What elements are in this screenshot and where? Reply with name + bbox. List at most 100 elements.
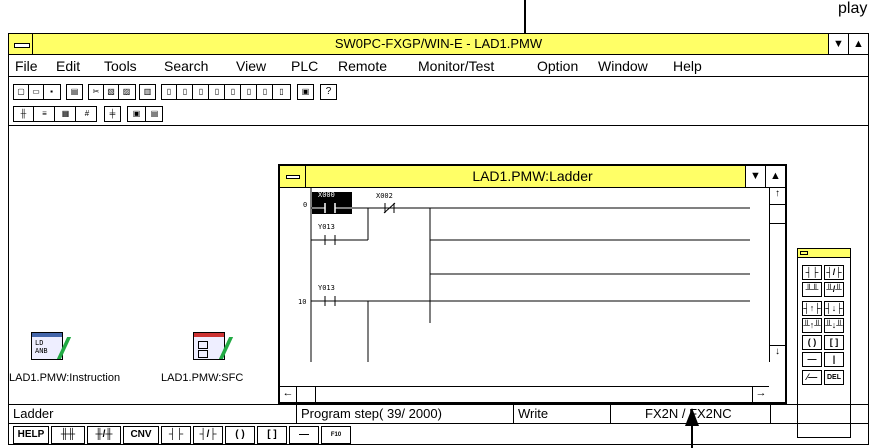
menu-monitor-test[interactable]: Monitor/Test	[418, 58, 494, 74]
step-number: 0	[303, 201, 308, 209]
ladder-maximize-button[interactable]: ▲	[765, 166, 785, 187]
fkey-f7-button[interactable]: ( )	[225, 426, 255, 444]
toolbar-divider	[9, 125, 868, 126]
vertical-line-icon[interactable]: |	[824, 352, 844, 367]
open-file-icon[interactable]: ▭	[29, 85, 44, 99]
ladder-diagram[interactable]	[280, 188, 750, 362]
maximize-button[interactable]: ▲	[848, 34, 868, 54]
scroll-down-icon[interactable]: ↓	[770, 345, 785, 362]
scroll-thumb[interactable]	[770, 205, 785, 224]
delete-icon[interactable]: DEL	[824, 370, 844, 385]
view-8-icon[interactable]: ▯	[274, 85, 289, 99]
cut-icon[interactable]: ✂	[89, 85, 104, 99]
counter-mode-icon[interactable]: #	[77, 107, 97, 121]
view-7-icon[interactable]: ▯	[258, 85, 273, 99]
toolbar-help-group: ?	[320, 84, 337, 100]
fkey-f8-button[interactable]: [ ]	[257, 426, 287, 444]
invert-icon[interactable]: ⁄—	[802, 370, 822, 385]
fkey-help-button[interactable]: HELP	[13, 426, 49, 444]
sfc-icon[interactable]	[193, 332, 234, 360]
up-arrow-icon: ▲	[770, 170, 781, 182]
menu-file[interactable]: File	[15, 58, 38, 74]
list-mode-icon[interactable]: ≡	[35, 107, 55, 121]
copy-icon[interactable]: ▧	[104, 85, 119, 99]
palette-titlebar[interactable]	[798, 249, 850, 258]
pulse-rise-icon[interactable]: ┤↑├	[802, 301, 822, 316]
fkey-f9-button[interactable]: —	[289, 426, 319, 444]
menu-plc[interactable]: PLC	[291, 58, 318, 74]
print-preview-icon[interactable]: ▥	[140, 85, 155, 99]
new-file-icon[interactable]: ▢	[14, 85, 29, 99]
menu-remote[interactable]: Remote	[338, 58, 387, 74]
contact-label: X002	[376, 192, 393, 200]
view-4-icon[interactable]: ▯	[210, 85, 225, 99]
status-divider	[296, 405, 297, 423]
save-icon[interactable]: ▪	[44, 85, 59, 99]
print-icon[interactable]: ▤	[67, 85, 82, 99]
instruction-icon-label[interactable]: LAD1.PMW:Instruction	[9, 372, 120, 384]
status-divider	[610, 405, 611, 423]
scroll-up-icon[interactable]: ↑	[770, 188, 785, 205]
fkey-f5-button[interactable]: ┤├	[161, 426, 191, 444]
menu-edit[interactable]: Edit	[56, 58, 80, 74]
paste-icon[interactable]: ▨	[119, 85, 134, 99]
menu-help[interactable]: Help	[673, 58, 702, 74]
ladder-title: LAD1.PMW:Ladder	[472, 168, 593, 184]
toolbar-mode-group: ╫ ≡ ▦ #	[13, 106, 97, 122]
fkey-cnv-button[interactable]: CNV	[123, 426, 159, 444]
parallel-nc-icon: ┤/├	[199, 429, 217, 440]
parallel-pulse-fall-icon[interactable]: ╨↓╨	[824, 318, 844, 333]
horizontal-line-icon: —	[299, 429, 309, 440]
sfc-icon-label[interactable]: LAD1.PMW:SFC	[161, 372, 243, 384]
menu-search[interactable]: Search	[164, 58, 208, 74]
ladder-titlebar[interactable]: LAD1.PMW:Ladder ▼ ▲	[280, 166, 785, 188]
parallel-pulse-rise-icon[interactable]: ╨↑╨	[802, 318, 822, 333]
view-2-icon[interactable]: ▯	[178, 85, 193, 99]
pulse-fall-icon[interactable]: ┤↓├	[824, 301, 844, 316]
menu-window[interactable]: Window	[598, 58, 648, 74]
view-1-icon[interactable]: ▯	[162, 85, 177, 99]
contact-mode-icon[interactable]: ╪	[105, 107, 120, 121]
fkey-f6-button[interactable]: ┤/├	[193, 426, 223, 444]
ladder-minimize-button[interactable]: ▼	[745, 166, 765, 187]
main-titlebar[interactable]: SW0PC-FXGP/WIN-E - LAD1.PMW ▼ ▲	[9, 34, 868, 55]
ladder-vertical-scrollbar[interactable]: ↑ ↓	[769, 188, 785, 362]
view-5-icon[interactable]: ▯	[226, 85, 241, 99]
contact-nc-icon[interactable]: ┤/├	[824, 265, 844, 280]
status-program-step: Program step( 39/ 2000)	[301, 406, 442, 421]
fkey-f10-button[interactable]: F10	[321, 426, 351, 444]
menu-tools[interactable]: Tools	[104, 58, 137, 74]
parallel-no-icon[interactable]: ╨╨	[802, 282, 822, 297]
fkey-f3-button[interactable]: ╫/╫	[87, 426, 121, 444]
parallel-no-icon: ┤├	[168, 429, 184, 440]
ladder-horizontal-scrollbar[interactable]: ← →	[280, 386, 769, 402]
horizontal-line-icon[interactable]: —	[802, 352, 822, 367]
main-window: SW0PC-FXGP/WIN-E - LAD1.PMW ▼ ▲ File Edi…	[8, 33, 869, 445]
monitor-icon[interactable]: ▤	[146, 107, 163, 121]
function-icon[interactable]: [ ]	[824, 335, 844, 350]
down-arrow-icon: ▼	[833, 38, 844, 50]
scroll-right-icon[interactable]: →	[752, 387, 769, 402]
instruction-icon[interactable]: LD ANB	[31, 332, 72, 360]
contact-label: Y013	[318, 223, 335, 231]
contact-no-icon[interactable]: ┤├	[802, 265, 822, 280]
scroll-left-icon[interactable]: ←	[280, 387, 297, 402]
toolbar-window-group: ▣	[297, 84, 314, 100]
coil-icon: ( )	[235, 429, 245, 440]
ladder-mode-icon[interactable]: ╫	[14, 107, 34, 121]
minimize-button[interactable]: ▼	[828, 34, 848, 54]
menu-bar: File Edit Tools Search View PLC Remote M…	[9, 56, 868, 77]
toolbar-print2-group: ▥	[139, 84, 156, 100]
help-icon[interactable]: ?	[321, 85, 336, 99]
menu-option[interactable]: Option	[537, 58, 578, 74]
view-3-icon[interactable]: ▯	[194, 85, 209, 99]
fkey-f2-button[interactable]: ╫╫	[51, 426, 85, 444]
comment-icon[interactable]: ▣	[128, 107, 146, 121]
parallel-nc-icon[interactable]: ╨/╨	[824, 282, 844, 297]
coil-icon[interactable]: ( )	[802, 335, 822, 350]
sfc-mode-icon[interactable]: ▦	[56, 107, 76, 121]
window-icon[interactable]: ▣	[298, 85, 313, 99]
scroll-thumb[interactable]	[297, 387, 316, 402]
menu-view[interactable]: View	[236, 58, 266, 74]
view-6-icon[interactable]: ▯	[242, 85, 257, 99]
